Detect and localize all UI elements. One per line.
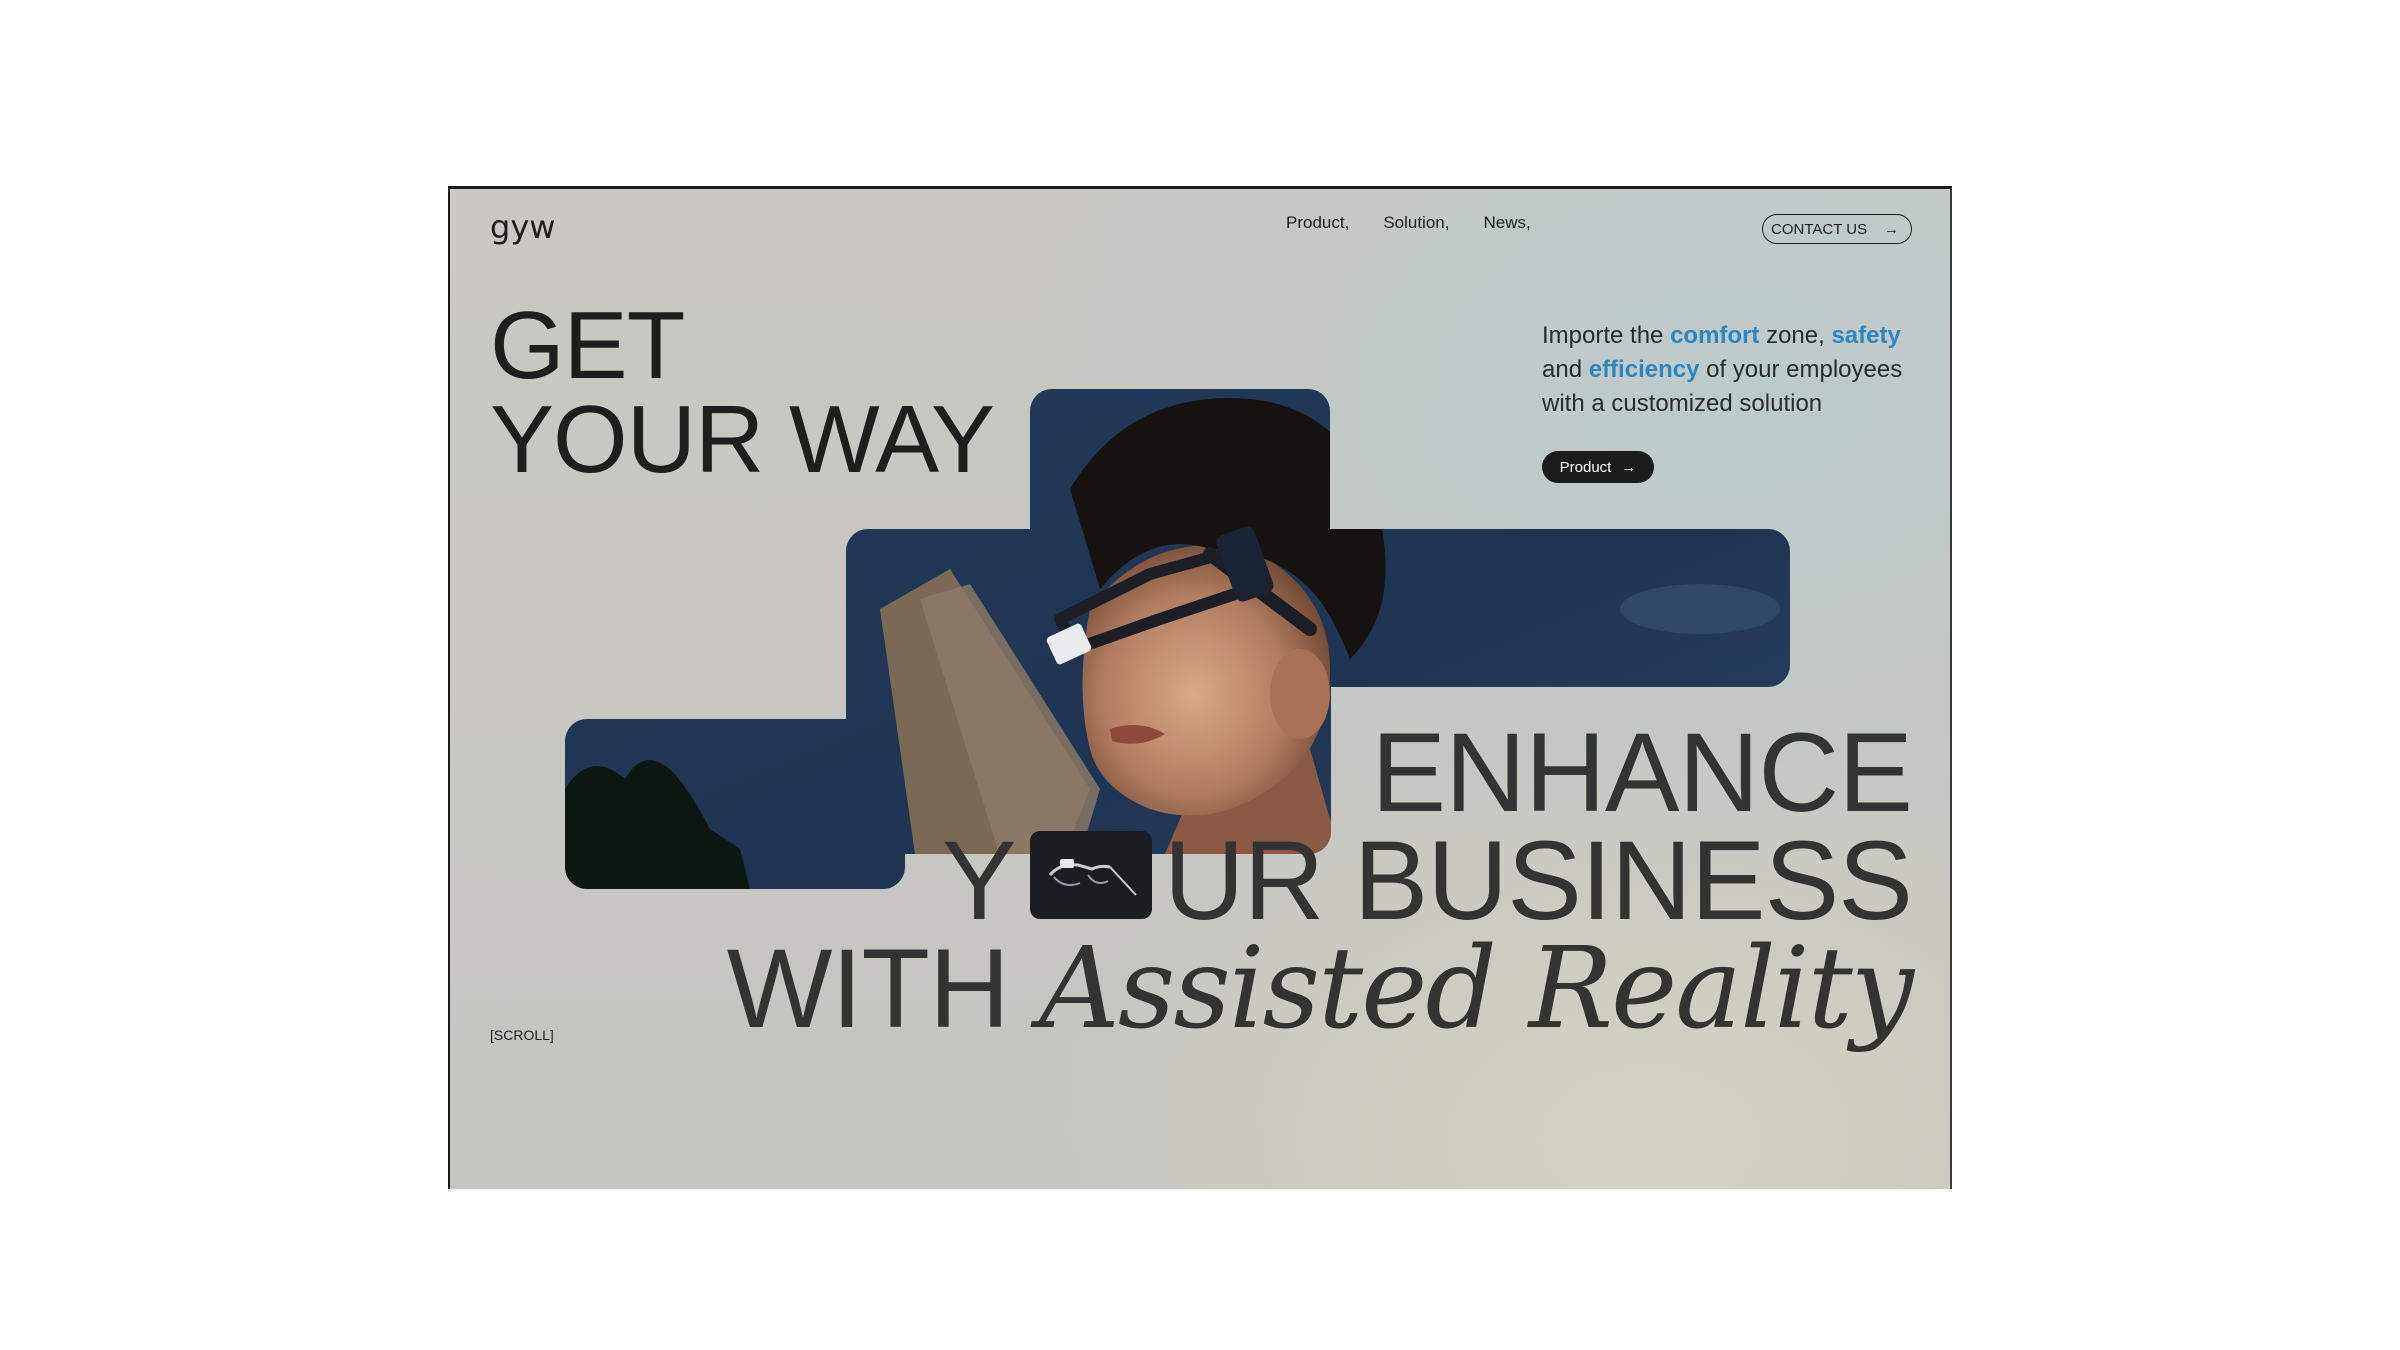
hero-bottom-line3-serif: Assisted Reality <box>1038 924 1914 1054</box>
tagline-highlight-comfort: comfort <box>1670 322 1760 349</box>
product-button[interactable]: Product → <box>1542 451 1654 483</box>
tagline-highlight-safety: safety <box>1831 322 1901 349</box>
tagline-text: and <box>1542 356 1589 383</box>
hero-bottom-line3-prefix: WITH <box>726 926 1039 1051</box>
hero-heading-bottom: ENHANCE Y UR BUSINESS WITH Assisted Real… <box>727 710 1914 1046</box>
landing-page: gyw Product, Solution, News, CONTACT US … <box>448 186 1952 1189</box>
hero-bottom-line1: ENHANCE <box>1371 710 1913 835</box>
hero-bottom-line2: Y UR BUSINESS <box>727 825 1913 937</box>
arrow-right-icon: → <box>1621 458 1637 476</box>
hero-bottom-line2-prefix: Y <box>942 818 1017 943</box>
tagline: Importe the comfort zone, safety and eff… <box>1542 319 1922 421</box>
hero-top-line2: YOUR WAY <box>490 386 995 493</box>
glasses-thumbnail <box>1029 831 1152 920</box>
smart-glasses-icon <box>1048 859 1137 897</box>
product-button-label: Product <box>1559 458 1612 476</box>
hero-heading-top: GET YOUR WAY <box>490 292 995 493</box>
hero-top-line1: GET <box>490 292 685 399</box>
tagline-text: Importe the <box>1542 322 1671 349</box>
tagline-highlight-efficiency: efficiency <box>1588 356 1700 383</box>
tagline-text: zone, <box>1759 322 1832 349</box>
scroll-indicator[interactable]: [SCROLL] <box>490 1027 554 1043</box>
hero-bottom-line3: WITH Assisted Reality <box>727 933 1914 1046</box>
